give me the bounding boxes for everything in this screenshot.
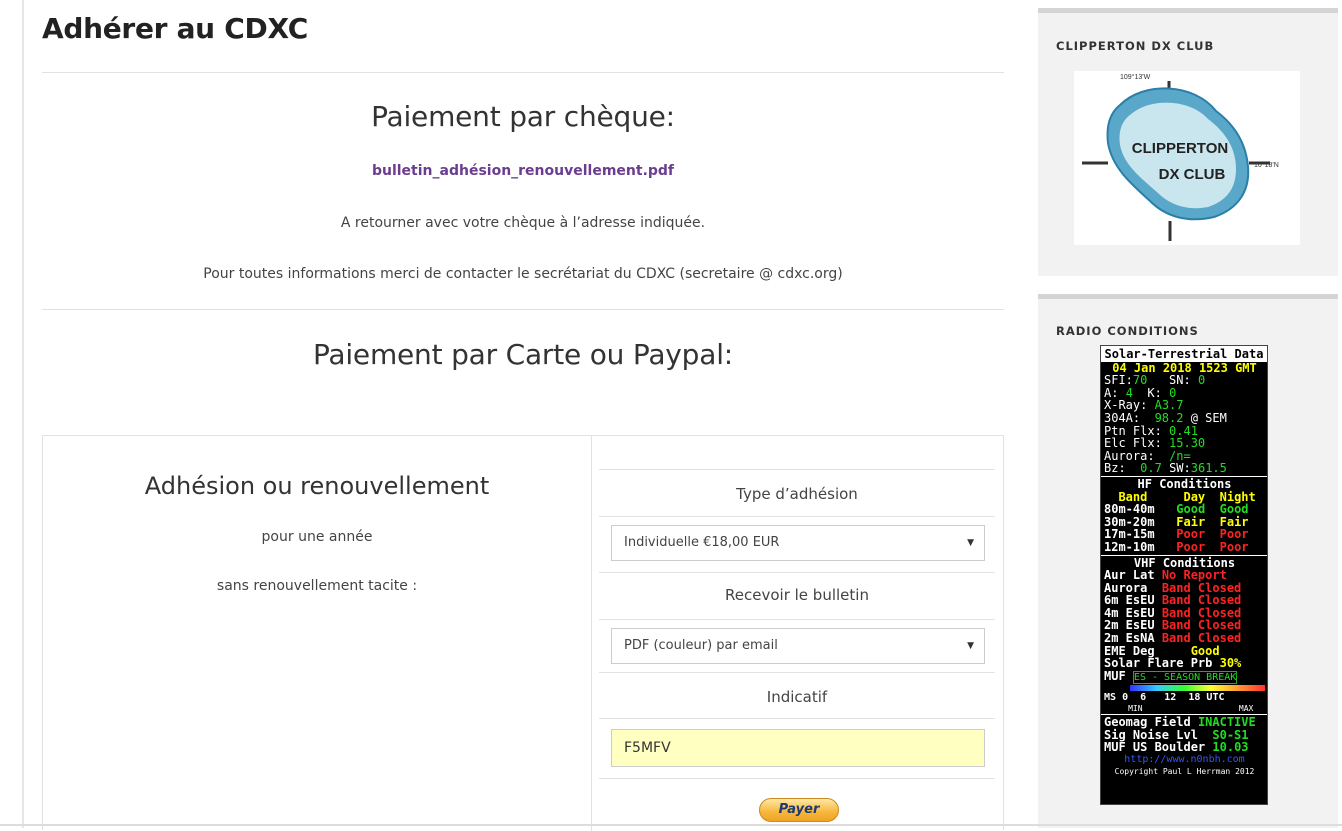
logo-text-clipperton: CLIPPERTON — [1132, 140, 1228, 157]
bulletin-select[interactable]: PDF (couleur) par email ▼ — [611, 628, 985, 664]
divider — [42, 72, 1004, 73]
club-logo: 109°13'W 10°18'N CLIPPERTON DX CLUB — [1074, 71, 1300, 245]
form-duration-text: pour une année — [261, 529, 373, 545]
bulletin-label: Recevoir le bulletin — [725, 586, 869, 604]
cheque-heading: Paiement par chèque: — [371, 100, 675, 133]
contact-text: Pour toutes informations merci de contac… — [203, 266, 843, 282]
bulletin-value: PDF (couleur) par email — [624, 638, 778, 653]
row-divider — [599, 672, 995, 673]
row-divider — [599, 516, 995, 517]
form-heading: Adhésion ou renouvellement — [144, 472, 490, 500]
mufus-row: MUF US Boulder 10.03 — [1104, 740, 1249, 755]
page-title: Adhérer au CDXC — [42, 12, 308, 45]
muf-color-bar — [1130, 685, 1265, 692]
membership-type-select[interactable]: Individuelle €18,00 EUR ▼ — [611, 525, 985, 561]
latitude-label: 10°18'N — [1254, 161, 1279, 169]
longitude-label: 109°13'W — [1120, 73, 1151, 81]
club-widget: CLIPPERTON DX CLUB 109°13'W 10°18'N CLIP… — [1038, 8, 1338, 276]
solar-url-link[interactable]: http://www.n0nbh.com — [1104, 754, 1265, 767]
membership-type-value: Individuelle €18,00 EUR — [624, 535, 780, 550]
row-divider — [599, 572, 995, 573]
callsign-input[interactable]: F5MFV — [611, 729, 985, 767]
form-renewal-text: sans renouvellement tacite : — [216, 578, 418, 594]
pdf-link-row: bulletin_adhésion_renouvellement.pdf — [42, 163, 1004, 179]
muf-row: MUF ES - SEASON BREAK — [1104, 668, 1238, 684]
solar-title: Solar-Terrestrial Data — [1101, 346, 1267, 362]
flare-row: Solar Flare Prb 30% — [1104, 656, 1242, 671]
solar-copyright: Copyright Paul L Herrman 2012 — [1114, 767, 1255, 777]
solar-terrestrial-panel[interactable]: Solar-Terrestrial Data 04 Jan 2018 1523 … — [1100, 345, 1268, 805]
bottom-border — [0, 824, 1342, 826]
chevron-down-icon: ▼ — [967, 538, 974, 548]
type-label: Type d’adhésion — [736, 485, 858, 503]
clipperton-island-logo: 109°13'W 10°18'N CLIPPERTON DX CLUB — [1082, 73, 1279, 241]
divider — [42, 309, 1004, 310]
sidebar: CLIPPERTON DX CLUB 109°13'W 10°18'N CLIP… — [1038, 0, 1338, 828]
row-divider — [599, 718, 995, 719]
hf-row: 12m-10m Poor Poor — [1104, 539, 1249, 554]
card-heading: Paiement par Carte ou Paypal: — [312, 338, 734, 371]
solar-bz-row: Bz: 0.7 SW:361.5 — [1104, 461, 1227, 476]
main-content: Adhérer au CDXC Paiement par chèque: bul… — [42, 0, 1004, 831]
return-text: A retourner avec votre chèque à l’adress… — [340, 215, 706, 231]
row-divider — [599, 778, 995, 779]
ms-scale-labels: MIN MAX — [1128, 704, 1254, 714]
chevron-down-icon: ▼ — [967, 641, 974, 651]
pay-button[interactable]: Payer — [759, 798, 839, 822]
club-widget-title: CLIPPERTON DX CLUB — [1056, 39, 1215, 53]
pdf-download-link[interactable]: bulletin_adhésion_renouvellement.pdf — [372, 163, 674, 179]
logo-text-dxclub: DX CLUB — [1159, 166, 1226, 183]
payment-form: Adhésion ou renouvellement pour une anné… — [42, 435, 1004, 831]
row-divider — [599, 619, 995, 620]
radio-widget-title: RADIO CONDITIONS — [1056, 324, 1199, 338]
form-column-divider — [591, 436, 592, 831]
row-divider — [599, 469, 995, 470]
callsign-label: Indicatif — [766, 688, 828, 706]
left-border — [22, 0, 24, 828]
